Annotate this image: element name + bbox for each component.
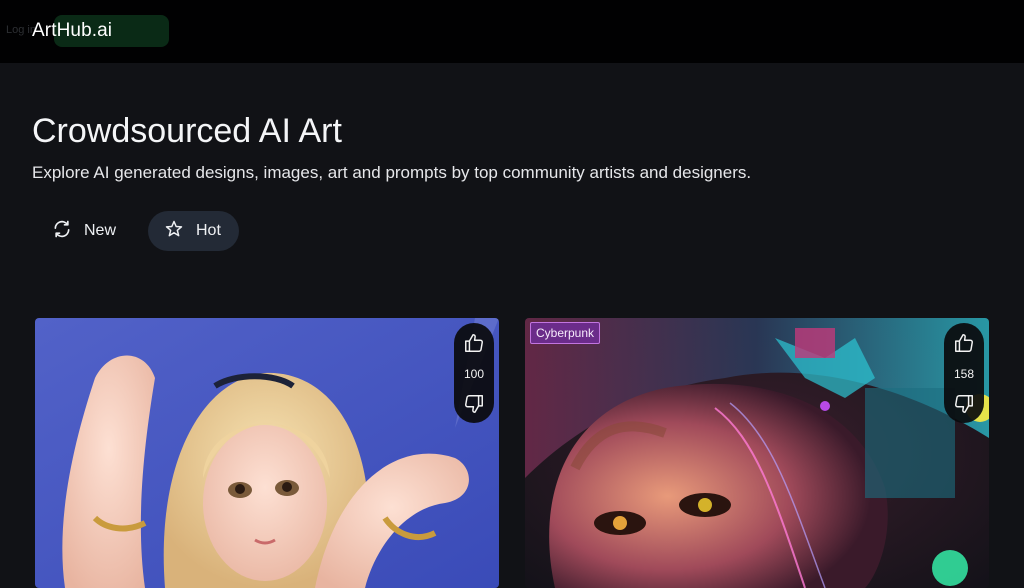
- art-card[interactable]: 100: [35, 318, 499, 588]
- star-icon: [164, 219, 184, 244]
- thumbs-down-icon[interactable]: [953, 393, 975, 415]
- vote-panel: 158: [944, 323, 984, 423]
- brand-logo[interactable]: ArtHub.ai: [32, 20, 112, 42]
- art-card[interactable]: Cyberpunk 158: [525, 318, 989, 588]
- vote-count: 100: [463, 366, 485, 381]
- vote-panel: 100: [454, 323, 494, 423]
- category-tag[interactable]: Cyberpunk: [530, 322, 601, 344]
- filter-new-label: New: [84, 222, 117, 239]
- top-navigation-bar: Log in ArtHub.ai: [0, 0, 1024, 63]
- vote-count: 158: [953, 366, 975, 381]
- anime-girl-artwork: [35, 318, 499, 588]
- cyberpunk-portrait-artwork: [525, 318, 989, 588]
- filter-hot-label: Hot: [196, 222, 221, 239]
- thumbs-down-icon[interactable]: [463, 393, 485, 415]
- thumbs-up-icon[interactable]: [953, 332, 975, 354]
- page-title: Crowdsourced AI Art: [32, 112, 342, 150]
- filter-hot-button[interactable]: Hot: [148, 211, 239, 251]
- filter-new-button[interactable]: New: [36, 211, 136, 251]
- page-subtitle: Explore AI generated designs, images, ar…: [32, 163, 752, 182]
- thumbs-up-icon[interactable]: [463, 332, 485, 354]
- refresh-icon: [52, 219, 72, 244]
